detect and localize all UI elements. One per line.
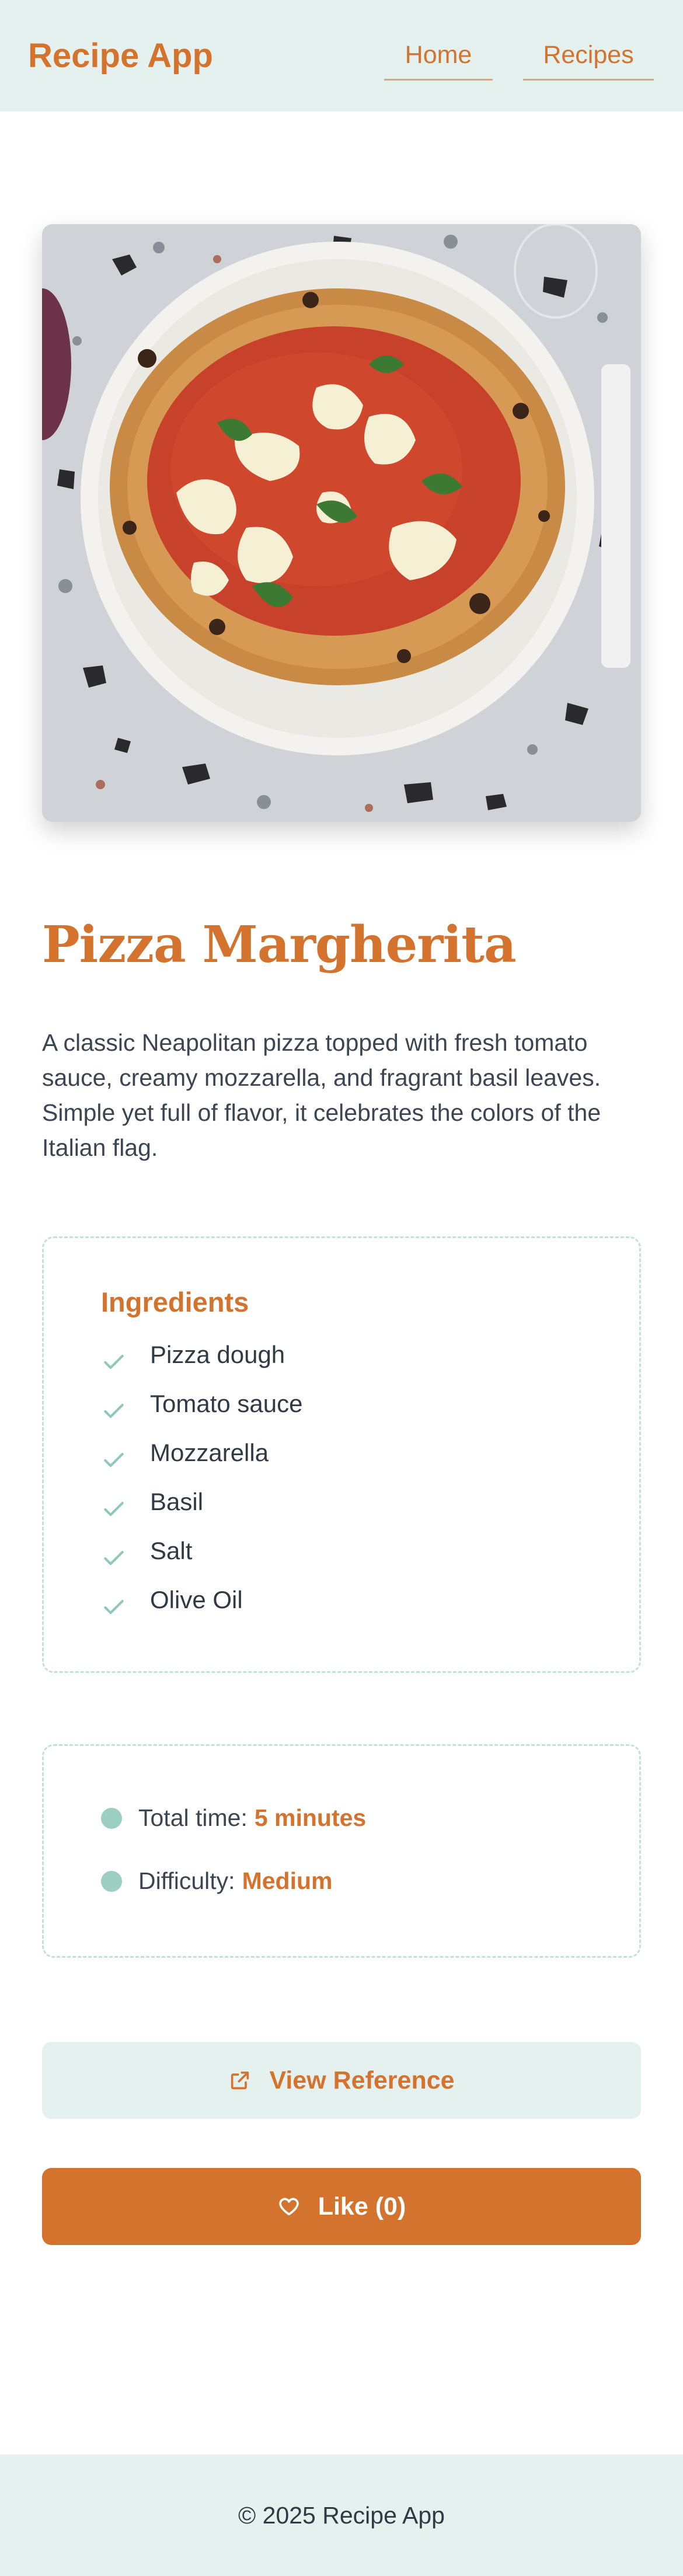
- app-footer: © 2025 Recipe App: [0, 2455, 683, 2576]
- check-icon: [104, 1599, 124, 1615]
- ingredient-item: Basil: [101, 1488, 302, 1549]
- heart-icon: [279, 2198, 299, 2216]
- recipe-description: A classic Neapolitan pizza topped with f…: [42, 1029, 601, 1161]
- ingredient-label: Tomato sauce: [150, 1390, 303, 1417]
- view-reference-button[interactable]: View Reference: [42, 2042, 641, 2119]
- difficulty-value: Medium: [242, 1867, 333, 1894]
- ingredient-label: Olive Oil: [150, 1586, 243, 1613]
- check-icon: [104, 1550, 124, 1566]
- ingredient-label: Pizza dough: [150, 1341, 285, 1368]
- recipe-info-card: Total time: 5 minutes Difficulty: Medium: [42, 1744, 641, 1958]
- recipe-image: [42, 224, 641, 822]
- footer-copyright: © 2025 Recipe App: [238, 2501, 445, 2529]
- ingredient-item: Olive Oil: [101, 1586, 302, 1647]
- ingredient-label: Mozzarella: [150, 1439, 269, 1466]
- check-icon: [104, 1354, 124, 1369]
- ingredients-card: Ingredients Pizza dough Tomato sauce Moz…: [42, 1236, 641, 1673]
- bullet-dot-icon: [101, 1870, 122, 1892]
- ingredient-label: Basil: [150, 1488, 204, 1515]
- app-header: Recipe App Home Recipes: [0, 0, 683, 111]
- check-icon: [104, 1452, 124, 1467]
- ingredients-title: Ingredients: [101, 1287, 249, 1317]
- difficulty-label: Difficulty:: [138, 1867, 235, 1894]
- check-icon: [104, 1501, 124, 1517]
- check-icon: [104, 1403, 124, 1418]
- total-time-value: 5 minutes: [254, 1804, 367, 1831]
- recipe-title: Pizza Margherita: [42, 915, 517, 974]
- like-button[interactable]: Like (0): [42, 2168, 641, 2245]
- view-reference-label: View Reference: [269, 2066, 455, 2094]
- difficulty-row: Difficulty: Medium: [101, 1867, 332, 1895]
- like-label: Like (0): [318, 2192, 406, 2221]
- total-time-row: Total time: 5 minutes: [101, 1804, 366, 1832]
- external-link-icon: [231, 2071, 249, 2090]
- total-time-label: Total time:: [138, 1804, 248, 1831]
- ingredients-list: Pizza dough Tomato sauce Mozzarella Basi…: [101, 1341, 303, 1647]
- nav-recipes-link[interactable]: Recipes: [523, 37, 654, 81]
- nav-home-link[interactable]: Home: [384, 37, 493, 81]
- ingredient-label: Salt: [150, 1537, 193, 1564]
- brand-logo[interactable]: Recipe App: [28, 36, 213, 75]
- bullet-dot-icon: [101, 1807, 122, 1829]
